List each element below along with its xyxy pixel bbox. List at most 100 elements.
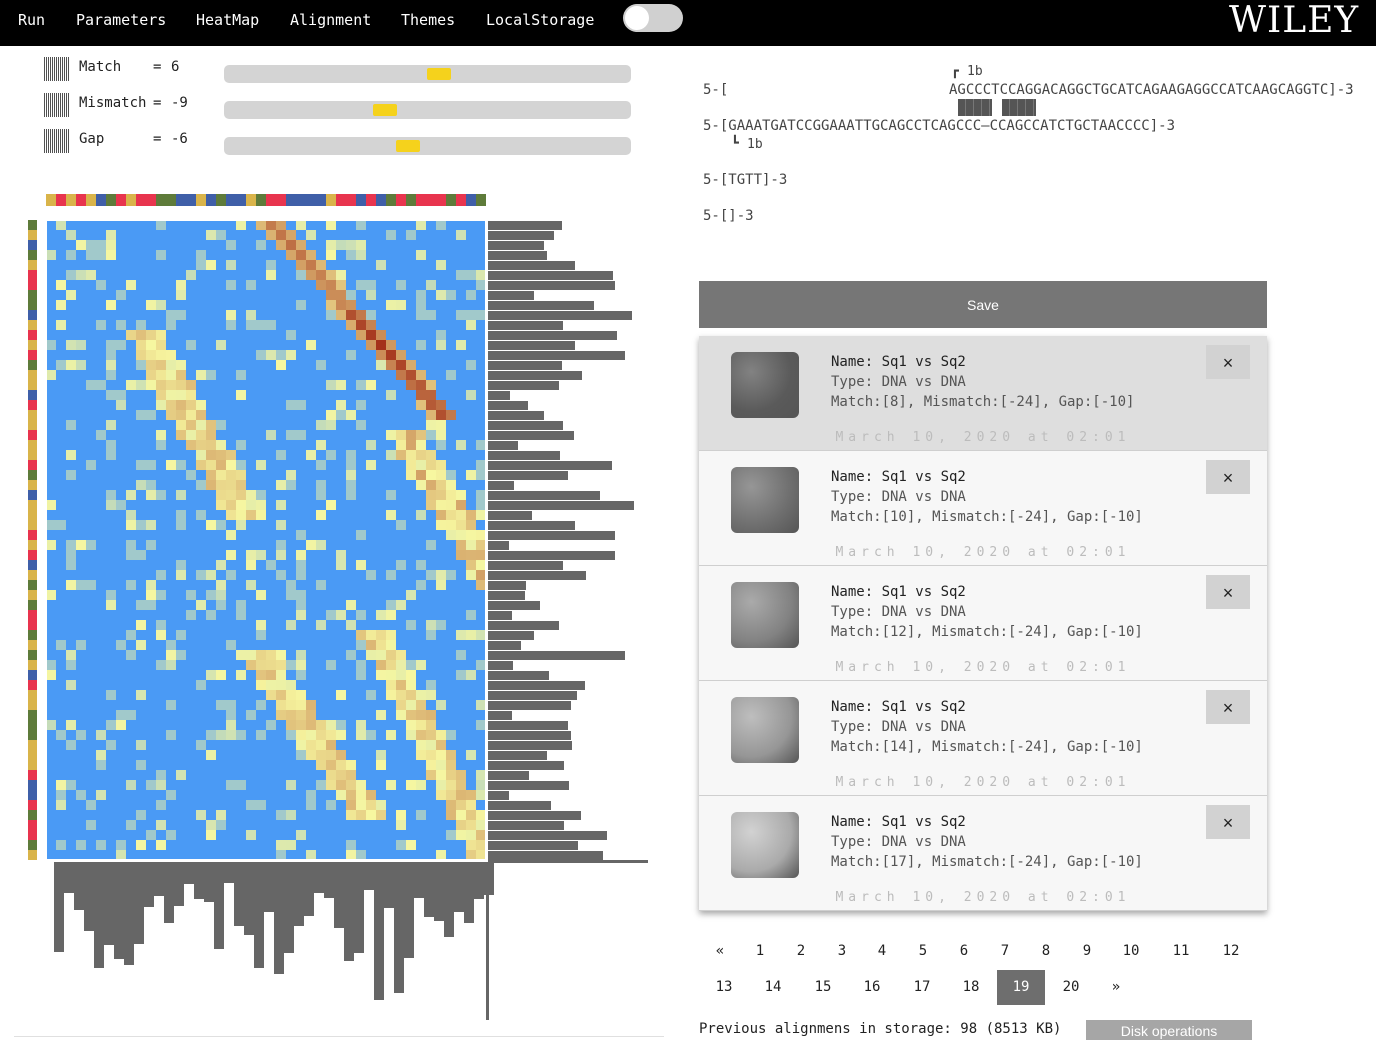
heatmap-cell xyxy=(186,440,196,450)
heatmap-cell xyxy=(436,700,446,710)
mismatch-slider[interactable] xyxy=(224,101,631,119)
theme-toggle[interactable] xyxy=(623,4,683,32)
heatmap-cell xyxy=(226,470,236,480)
row-histogram-bar xyxy=(488,251,547,260)
nav-parameters[interactable]: Parameters xyxy=(76,11,166,29)
match-slider-thumb[interactable] xyxy=(427,68,451,80)
param-mismatch-label: Mismatch xyxy=(79,95,147,111)
disk-operations-button[interactable]: Disk operations xyxy=(1086,1020,1252,1040)
param-gap-value: -6 xyxy=(171,131,188,147)
nav-localstorage[interactable]: LocalStorage xyxy=(486,11,594,29)
gap-slider[interactable] xyxy=(224,137,631,155)
page-link[interactable]: 20 xyxy=(1047,970,1095,1005)
row-histogram-bar xyxy=(488,781,569,790)
heatmap-cell xyxy=(466,550,476,560)
heatmap-cell xyxy=(106,420,116,430)
heatmap-cell xyxy=(266,690,276,700)
heatmap-cell xyxy=(436,480,446,490)
delete-alignment-button[interactable]: × xyxy=(1206,575,1250,609)
page-link[interactable]: 14 xyxy=(749,970,797,1005)
save-button[interactable]: Save xyxy=(699,281,1267,328)
saved-alignment-card[interactable]: Name: Sq1 vs Sq2 Type: DNA vs DNA Match:[1… xyxy=(699,451,1267,566)
heatmap-cell xyxy=(376,350,386,360)
nav-themes[interactable]: Themes xyxy=(401,11,455,29)
delete-alignment-button[interactable]: × xyxy=(1206,345,1250,379)
sequence-base-top xyxy=(416,194,426,206)
heatmap-cell xyxy=(346,410,356,420)
column-histogram-bar xyxy=(404,862,414,958)
alignment-heatmap[interactable] xyxy=(0,190,660,1020)
heatmap-cell xyxy=(156,430,166,440)
heatmap-cell xyxy=(76,540,86,550)
heatmap-cell xyxy=(156,840,166,850)
heatmap-cell xyxy=(366,290,376,300)
param-gap-label: Gap xyxy=(79,131,105,147)
page-link[interactable]: 18 xyxy=(947,970,995,1005)
heatmap-cell xyxy=(466,360,476,370)
saved-alignment-card[interactable]: Name: Sq1 vs Sq2 Type: DNA vs DNA Match:[8… xyxy=(699,336,1267,451)
sequence-base-top xyxy=(286,194,296,206)
param-match-value: 6 xyxy=(171,59,180,75)
heatmap-cell xyxy=(286,580,296,590)
heatmap-cell xyxy=(176,390,186,400)
heatmap-cell xyxy=(216,480,226,490)
gap-slider-thumb[interactable] xyxy=(396,140,420,152)
page-link[interactable]: 17 xyxy=(898,970,946,1005)
heatmap-cell xyxy=(166,460,176,470)
page-link[interactable]: 19 xyxy=(997,970,1045,1005)
nav-run[interactable]: Run xyxy=(18,11,45,29)
heatmap-cell xyxy=(126,540,136,550)
column-histogram-bar xyxy=(414,862,424,898)
heatmap-cell xyxy=(136,640,146,650)
row-histogram-bar xyxy=(488,561,563,570)
heatmap-cell xyxy=(266,320,276,330)
saved-alignment-card[interactable]: Name: Sq1 vs Sq2 Type: DNA vs DNA Match:[1… xyxy=(699,796,1267,911)
page-link[interactable]: 15 xyxy=(799,970,847,1005)
page-link[interactable]: 9 xyxy=(1063,934,1111,969)
heatmap-cell xyxy=(416,400,426,410)
page-next[interactable]: » xyxy=(1092,970,1140,1005)
sequence-base-top xyxy=(106,194,116,206)
heatmap-cell xyxy=(206,730,216,740)
heatmap-cell xyxy=(296,590,306,600)
sequence-base-top xyxy=(216,194,226,206)
heatmap-cell xyxy=(106,590,116,600)
heatmap-cell xyxy=(426,390,436,400)
column-histogram-bar xyxy=(454,862,464,912)
heatmap-cell xyxy=(346,490,356,500)
heatmap-cell xyxy=(256,660,266,670)
saved-alignment-card[interactable]: Name: Sq1 vs Sq2 Type: DNA vs DNA Match:[1… xyxy=(699,681,1267,796)
heatmap-cell xyxy=(136,330,146,340)
heatmap-cell xyxy=(106,300,116,310)
sequence-base-left xyxy=(28,610,37,620)
sequence-base-top xyxy=(156,194,166,206)
page-link[interactable]: 10 xyxy=(1107,934,1155,969)
delete-alignment-button[interactable]: × xyxy=(1206,690,1250,724)
sequence-base-top xyxy=(46,194,56,206)
heatmap-cell xyxy=(226,490,236,500)
match-slider[interactable] xyxy=(224,65,631,83)
heatmap-cell xyxy=(446,780,456,790)
page-link[interactable]: 16 xyxy=(848,970,896,1005)
card-params: Match:[12], Mismatch:[-24], Gap:[-10] xyxy=(831,624,1143,640)
heatmap-cell xyxy=(296,610,306,620)
heatmap-cell xyxy=(316,260,326,270)
page-link[interactable]: 11 xyxy=(1157,934,1205,969)
heatmap-cell xyxy=(226,570,236,580)
heatmap-cell xyxy=(66,290,76,300)
heatmap-cell xyxy=(476,630,486,640)
page-link[interactable]: 13 xyxy=(700,970,748,1005)
row-histogram-bar xyxy=(488,481,514,490)
heatmap-cell xyxy=(86,540,96,550)
nav-heatmap[interactable]: HeatMap xyxy=(196,11,259,29)
column-histogram-bar xyxy=(444,862,454,937)
heatmap-cell xyxy=(456,340,466,350)
saved-alignment-card[interactable]: Name: Sq1 vs Sq2 Type: DNA vs DNA Match:[1… xyxy=(699,566,1267,681)
heatmap-cell xyxy=(226,460,236,470)
nav-alignment[interactable]: Alignment xyxy=(290,11,371,29)
mismatch-slider-thumb[interactable] xyxy=(373,104,397,116)
delete-alignment-button[interactable]: × xyxy=(1206,460,1250,494)
delete-alignment-button[interactable]: × xyxy=(1206,805,1250,839)
page-link[interactable]: 12 xyxy=(1207,934,1255,969)
heatmap-cell xyxy=(46,660,56,670)
